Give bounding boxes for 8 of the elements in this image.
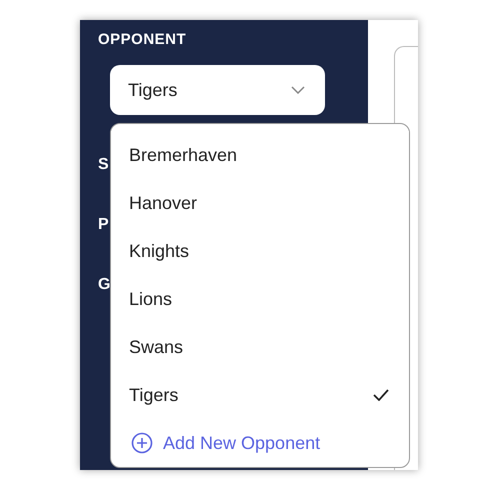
- section-heading: OPPONENT: [98, 30, 188, 50]
- opponent-select[interactable]: Tigers: [110, 65, 325, 115]
- section-label: P: [98, 215, 110, 235]
- add-opponent-button[interactable]: Add New Opponent: [111, 419, 409, 467]
- section-label: G: [98, 275, 112, 295]
- section-label: S: [98, 155, 110, 175]
- plus-circle-icon: [131, 432, 153, 454]
- chevron-icon: [291, 86, 305, 94]
